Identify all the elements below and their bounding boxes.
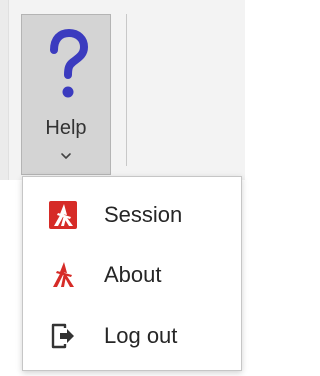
ribbon: Help	[0, 0, 245, 180]
menu-item-label: Log out	[104, 323, 178, 348]
ribbon-separator	[126, 14, 127, 166]
menu-item-session[interactable]: Session	[23, 185, 241, 243]
menu-item-label: Session	[104, 202, 183, 227]
menu-item-about[interactable]: About	[23, 245, 241, 303]
help-button-label: Help	[45, 117, 87, 139]
logout-icon	[49, 322, 77, 350]
about-logo-icon	[49, 261, 77, 289]
ribbon-edge	[0, 0, 9, 180]
help-dropdown-menu: Session About Log out	[22, 176, 242, 371]
chevron-down-icon	[22, 150, 110, 168]
question-mark-icon	[22, 28, 110, 99]
session-logo-icon	[49, 201, 77, 229]
help-button[interactable]: Help	[21, 14, 111, 175]
menu-item-label: About	[104, 262, 162, 287]
menu-item-log-out[interactable]: Log out	[23, 306, 241, 364]
